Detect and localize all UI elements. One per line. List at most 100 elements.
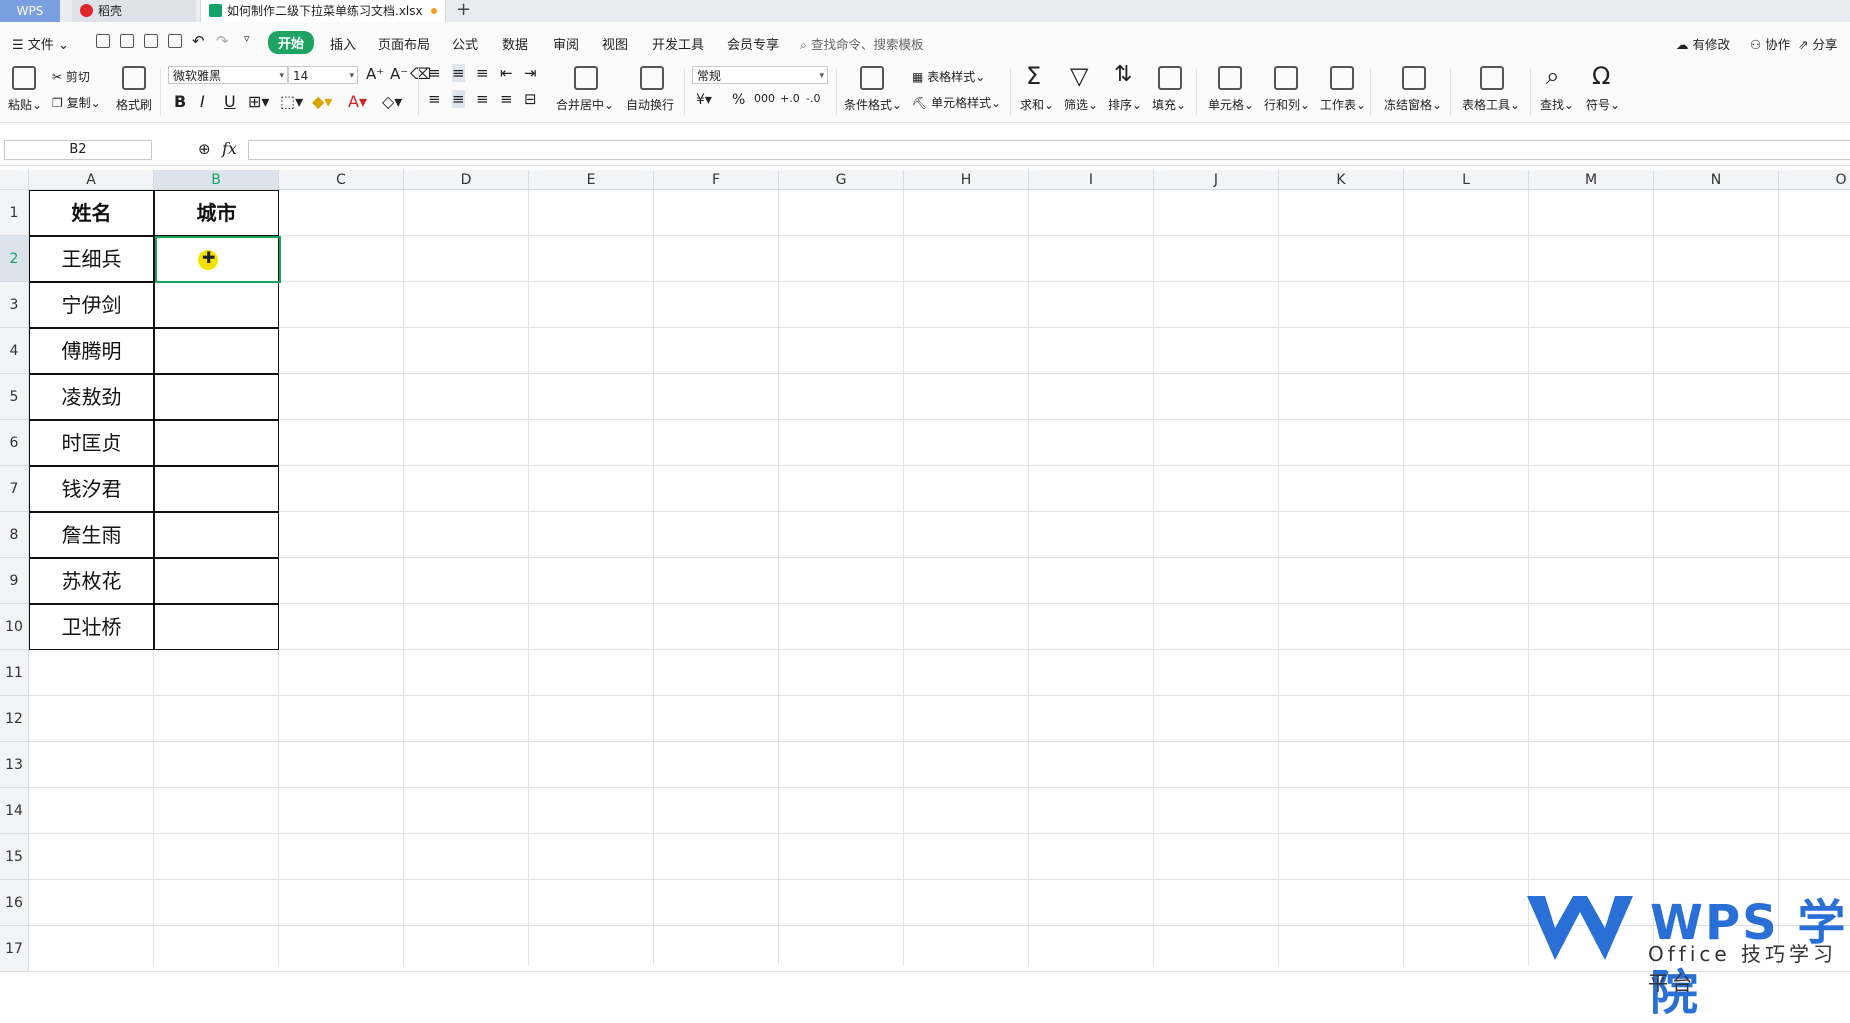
undo-icon[interactable]: ↶: [192, 32, 205, 50]
freeze-panes-icon[interactable]: [1402, 66, 1426, 90]
underline-button[interactable]: U: [224, 92, 236, 111]
find-button[interactable]: 查找⌄: [1540, 96, 1574, 113]
row-header[interactable]: 12: [0, 696, 29, 742]
name-cell[interactable]: 时匡贞: [29, 420, 154, 466]
cell-style-button[interactable]: ⛏ 单元格样式⌄: [912, 94, 1001, 111]
increase-decimal-button[interactable]: +.0: [780, 92, 800, 105]
city-cell[interactable]: [154, 466, 279, 512]
fill-color-icon[interactable]: ◆▾: [312, 92, 332, 111]
align-bottom-icon[interactable]: ≡: [476, 64, 489, 82]
row-header[interactable]: 6: [0, 420, 29, 466]
formula-input[interactable]: [248, 140, 1850, 160]
column-header[interactable]: I: [1029, 170, 1154, 190]
decrease-decimal-button[interactable]: -.0: [806, 92, 820, 105]
name-cell[interactable]: 卫壮桥: [29, 604, 154, 650]
align-middle-icon[interactable]: ≡: [452, 64, 465, 82]
symbol-button[interactable]: 符号⌄: [1586, 96, 1620, 113]
outdent-icon[interactable]: ⇤: [500, 64, 513, 82]
column-header[interactable]: O: [1779, 170, 1850, 190]
column-header[interactable]: D: [404, 170, 529, 190]
name-cell[interactable]: 傅腾明: [29, 328, 154, 374]
row-header[interactable]: 15: [0, 834, 29, 880]
align-right-icon[interactable]: ≡: [476, 90, 489, 108]
row-header[interactable]: 13: [0, 742, 29, 788]
row-header[interactable]: 4: [0, 328, 29, 374]
sort-icon[interactable]: ⇅: [1114, 62, 1132, 87]
freeze-panes-button[interactable]: 冻结窗格⌄: [1384, 96, 1442, 113]
sum-button[interactable]: 求和⌄: [1020, 96, 1054, 113]
tab-review[interactable]: 审阅: [553, 34, 579, 53]
changes-button[interactable]: ☁ 有修改: [1676, 34, 1730, 53]
column-header[interactable]: A: [29, 170, 154, 190]
name-cell[interactable]: 凌敖劲: [29, 374, 154, 420]
thousands-button[interactable]: 000: [754, 92, 775, 105]
percent-button[interactable]: %: [732, 92, 745, 108]
table-tools-icon[interactable]: [1480, 66, 1504, 90]
omega-icon[interactable]: Ω: [1592, 62, 1610, 90]
align-left-icon[interactable]: ≡: [428, 90, 441, 108]
italic-button[interactable]: I: [200, 92, 205, 111]
row-header[interactable]: 10: [0, 604, 29, 650]
row-header[interactable]: 16: [0, 880, 29, 926]
paste-button[interactable]: 粘贴⌄: [8, 96, 42, 113]
zoom-formula-icon[interactable]: ⊕: [198, 140, 211, 158]
row-header[interactable]: 14: [0, 788, 29, 834]
justify-icon[interactable]: ≡: [500, 90, 513, 108]
row-header[interactable]: 5: [0, 374, 29, 420]
city-cell[interactable]: [154, 604, 279, 650]
conditional-format-button[interactable]: 条件格式⌄: [844, 96, 902, 113]
merge-center-button[interactable]: 合并居中⌄: [556, 96, 614, 113]
name-box[interactable]: B2: [4, 140, 152, 160]
borders-icon[interactable]: ⊞▾: [248, 92, 269, 111]
new-tab-plus-icon[interactable]: +: [456, 0, 471, 20]
format-painter-button[interactable]: 格式刷: [116, 96, 152, 113]
file-menu[interactable]: ☰ 文件 ⌄: [12, 34, 69, 53]
name-cell[interactable]: 钱汐君: [29, 466, 154, 512]
worksheet-icon[interactable]: [1330, 66, 1354, 90]
cell-style-icon[interactable]: ⬚▾: [280, 92, 303, 111]
city-cell[interactable]: [154, 512, 279, 558]
save-icon[interactable]: [96, 34, 110, 48]
column-header[interactable]: E: [529, 170, 654, 190]
city-cell[interactable]: [154, 328, 279, 374]
city-cell[interactable]: [154, 282, 279, 328]
cell-icon[interactable]: [1218, 66, 1242, 90]
row-header[interactable]: 17: [0, 926, 29, 972]
font-color-icon[interactable]: A▾: [348, 92, 367, 111]
conditional-format-icon[interactable]: [860, 66, 884, 90]
redo-icon[interactable]: ↷: [216, 32, 229, 50]
column-header[interactable]: B: [154, 170, 279, 190]
sum-icon[interactable]: Σ: [1026, 62, 1041, 90]
column-header[interactable]: K: [1279, 170, 1404, 190]
font-name-select[interactable]: 微软雅黑 ▾: [168, 66, 288, 84]
indent-icon[interactable]: ⇥: [524, 64, 537, 82]
row-header[interactable]: 7: [0, 466, 29, 512]
filter-button[interactable]: 筛选⌄: [1064, 96, 1098, 113]
collaborate-button[interactable]: ⚇ 协作: [1750, 34, 1790, 53]
row-header[interactable]: 8: [0, 512, 29, 558]
bold-button[interactable]: B: [174, 92, 186, 111]
align-top-icon[interactable]: ≡: [428, 64, 441, 82]
row-header[interactable]: 9: [0, 558, 29, 604]
tab-page-layout[interactable]: 页面布局: [378, 34, 430, 53]
share-button[interactable]: ⇗ 分享: [1798, 34, 1837, 53]
column-header[interactable]: J: [1154, 170, 1279, 190]
brush-icon[interactable]: [122, 66, 146, 90]
document-tab[interactable]: 如何制作二级下拉菜单练习文档.xlsx: [200, 0, 446, 22]
tab-formulas[interactable]: 公式: [452, 34, 478, 53]
tab-developer[interactable]: 开发工具: [652, 34, 704, 53]
row-column-icon[interactable]: [1274, 66, 1298, 90]
tab-home[interactable]: 开始: [268, 31, 315, 54]
export-icon[interactable]: [120, 34, 134, 48]
tab-insert[interactable]: 插入: [330, 34, 356, 53]
increase-font-icon[interactable]: A⁺: [366, 65, 384, 83]
name-cell[interactable]: 詹生雨: [29, 512, 154, 558]
row-header[interactable]: 3: [0, 282, 29, 328]
filter-icon[interactable]: ▽: [1070, 62, 1088, 90]
wps-home-tab[interactable]: WPS: [0, 0, 60, 22]
currency-button[interactable]: ¥▾: [696, 92, 712, 108]
table-style-button[interactable]: ▦ 表格样式⌄: [912, 68, 985, 85]
tab-membership[interactable]: 会员专享: [727, 34, 779, 53]
column-header[interactable]: M: [1529, 170, 1654, 190]
header-cell-city[interactable]: 城市: [154, 190, 279, 236]
